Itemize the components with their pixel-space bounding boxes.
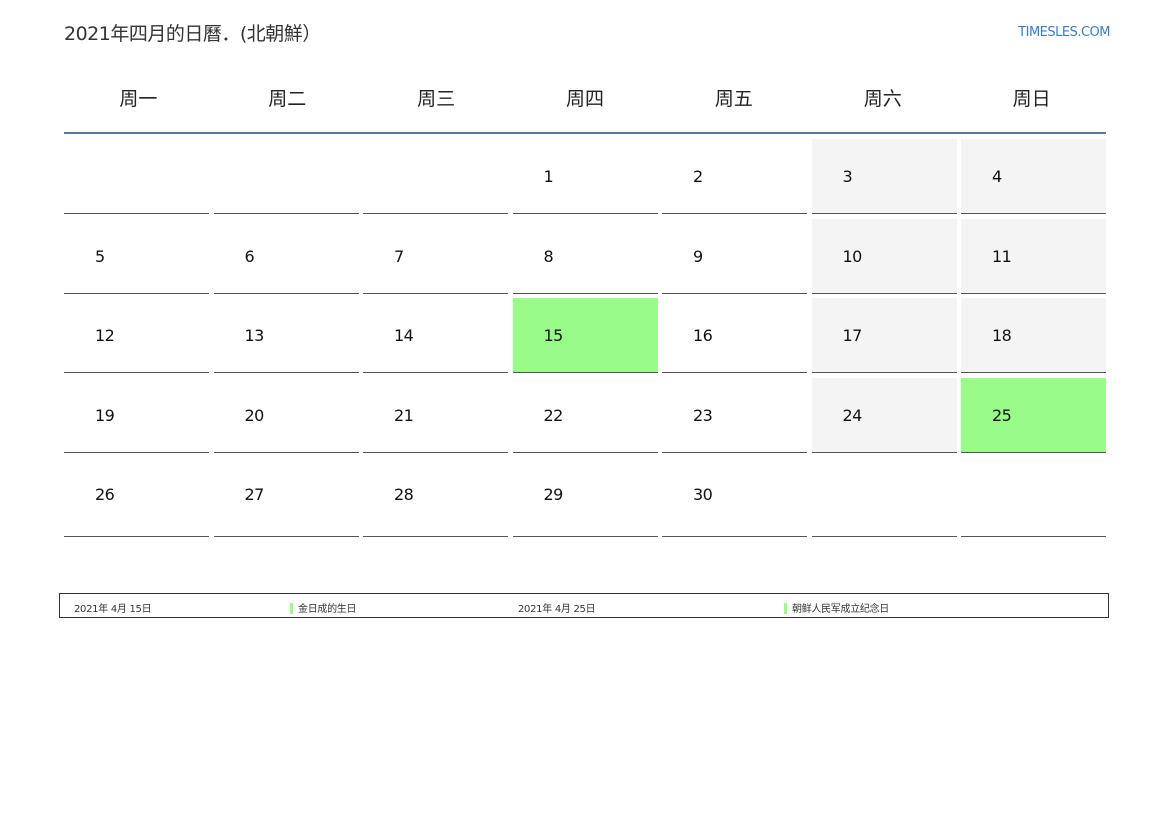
- day-number: 23: [693, 405, 713, 425]
- day-cell[interactable]: 22: [512, 378, 658, 453]
- day-number: 27: [244, 485, 265, 504]
- page-title: 2021年四月的日曆．(北朝鮮）: [64, 23, 321, 45]
- day-number: 10: [842, 246, 863, 266]
- day-number: 12: [95, 326, 115, 345]
- legend-date-1: 2021年 4月 15日: [74, 604, 152, 615]
- legend-entry-1: 金日成的生日: [290, 600, 357, 615]
- day-cell[interactable]: 12: [64, 298, 209, 373]
- weekday-thu: 周四: [566, 88, 605, 110]
- day-number: 26: [95, 485, 115, 504]
- day-number: 17: [842, 326, 863, 345]
- day-number: 24: [842, 405, 863, 425]
- day-cell[interactable]: 9: [662, 219, 807, 294]
- day-number: 22: [543, 405, 564, 425]
- day-cell[interactable]: 21: [363, 378, 508, 453]
- day-cell[interactable]: 20: [213, 378, 359, 453]
- day-cell[interactable]: 10: [811, 218, 957, 294]
- day-cell[interactable]: 19: [64, 378, 209, 453]
- day-number: 19: [95, 405, 115, 425]
- weekday-fri: 周五: [714, 88, 753, 110]
- day-number: 1: [543, 167, 554, 186]
- day-cell[interactable]: 25: [961, 377, 1106, 453]
- day-cell[interactable]: 2: [662, 139, 807, 214]
- calendar-grid: 1 2 3 4 5 6 7 8 9 10 11 12 13 14 15 16 17 18 19 20 21 22 23 24 2…: [64, 139, 1106, 537]
- day-number: 6: [244, 246, 255, 266]
- day-cell[interactable]: 6: [213, 219, 359, 294]
- day-number: 7: [394, 246, 404, 266]
- day-cell[interactable]: 14: [363, 298, 508, 373]
- weekday-header: 周一 周二 周三 周四 周五 周六 周日: [64, 70, 1106, 134]
- day-number: 18: [992, 326, 1012, 345]
- holiday-color-marker: [784, 602, 787, 614]
- day-number: 13: [244, 326, 265, 345]
- weekday-sun: 周日: [1012, 88, 1051, 110]
- day-cell[interactable]: 8: [512, 219, 658, 294]
- day-cell[interactable]: 29: [512, 457, 658, 537]
- day-cell[interactable]: 15: [512, 298, 658, 373]
- day-number: 25: [992, 405, 1012, 425]
- site-link[interactable]: TIMESLES.COM: [1018, 25, 1110, 40]
- day-cell[interactable]: 24: [811, 377, 957, 453]
- weekday-mon: 周一: [119, 88, 158, 110]
- day-cell[interactable]: 18: [961, 298, 1106, 373]
- day-cell[interactable]: 4: [961, 139, 1106, 214]
- day-cell[interactable]: 11: [961, 218, 1106, 294]
- day-number: 9: [693, 246, 703, 266]
- empty-cell: [961, 457, 1106, 537]
- weekday-wed: 周三: [417, 88, 456, 110]
- day-number: 11: [992, 246, 1012, 266]
- day-number: 5: [95, 246, 105, 266]
- day-number: 4: [992, 167, 1002, 186]
- weekday-sat: 周六: [863, 88, 902, 110]
- empty-cell: [64, 139, 209, 214]
- day-number: 15: [543, 326, 564, 345]
- day-cell[interactable]: 30: [662, 457, 807, 537]
- legend-holiday-name-2: 朝鲜人民军成立纪念日: [792, 604, 889, 615]
- legend-entry-2: 朝鲜人民军成立纪念日: [784, 600, 889, 615]
- day-cell[interactable]: 3: [811, 139, 957, 214]
- day-number: 14: [394, 326, 414, 345]
- legend-date-2: 2021年 4月 25日: [518, 604, 596, 615]
- day-cell[interactable]: 13: [213, 298, 359, 373]
- empty-cell: [363, 139, 508, 214]
- day-number: 16: [693, 326, 713, 345]
- day-number: 3: [842, 167, 853, 186]
- day-cell[interactable]: 28: [363, 457, 508, 537]
- day-cell[interactable]: 7: [363, 219, 508, 294]
- day-cell[interactable]: 1: [512, 139, 658, 214]
- day-cell[interactable]: 23: [662, 378, 807, 453]
- day-number: 2: [693, 167, 703, 186]
- day-number: 21: [394, 405, 414, 425]
- holiday-color-marker: [290, 602, 293, 614]
- day-cell[interactable]: 26: [64, 457, 209, 537]
- empty-cell: [213, 139, 359, 214]
- day-number: 30: [693, 485, 713, 504]
- day-cell[interactable]: 5: [64, 219, 209, 294]
- day-number: 29: [543, 485, 564, 504]
- day-cell[interactable]: 27: [213, 457, 359, 537]
- day-number: 28: [394, 485, 414, 504]
- weekday-tue: 周二: [268, 88, 307, 110]
- day-cell[interactable]: 17: [811, 298, 957, 373]
- holiday-legend: 2021年 4月 15日 金日成的生日 2021年 4月 25日 朝鲜人民军成立…: [59, 593, 1109, 618]
- day-cell[interactable]: 16: [662, 298, 807, 373]
- empty-cell: [811, 457, 957, 537]
- day-number: 20: [244, 405, 265, 425]
- legend-holiday-name-1: 金日成的生日: [298, 604, 357, 615]
- day-number: 8: [543, 246, 554, 266]
